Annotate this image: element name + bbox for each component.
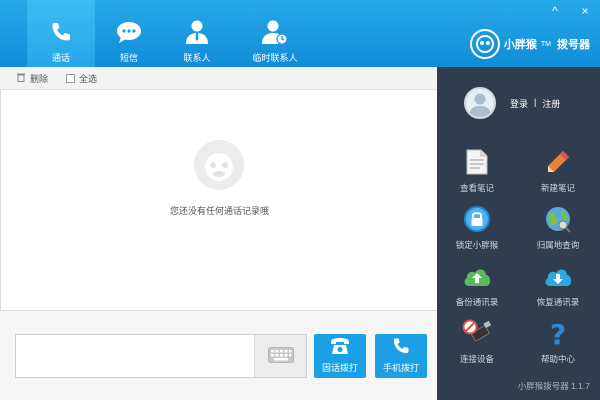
empty-message: 您还没有任何通话记录哦 (169, 206, 269, 216)
contact-icon (182, 18, 212, 46)
monkey-logo-icon (469, 29, 500, 59)
select-all-label: 全选 (79, 73, 98, 84)
number-location-button[interactable]: 归属地查询 (518, 204, 598, 254)
title-bar: 通话 短信 联系人 临时联系人 ^ × 小胖猴 TM 拨号器 (0, 0, 600, 67)
user-area: 登录 | 注册 (464, 87, 560, 119)
new-note-button[interactable]: 新建笔记 (518, 147, 598, 197)
tab-calls[interactable]: 通话 (27, 0, 95, 67)
window-controls: ^ × (548, 4, 592, 18)
tab-calls-label: 通话 (51, 53, 70, 63)
tab-temp-contacts[interactable]: 临时联系人 (231, 0, 319, 67)
brand: 小胖猴 TM 拨号器 (469, 29, 590, 59)
minimize-button[interactable]: ^ (548, 4, 562, 18)
auth-links: 登录 | 注册 (510, 97, 560, 110)
tab-contacts-label: 联系人 (183, 53, 211, 63)
keyboard-icon (267, 347, 294, 365)
empty-monkey-icon (192, 138, 246, 194)
close-button[interactable]: × (578, 4, 592, 18)
trash-icon (16, 72, 26, 84)
lock-icon (462, 204, 492, 234)
number-location-label: 归属地查询 (536, 240, 580, 250)
usb-device-icon (462, 318, 492, 348)
keypad-button[interactable] (254, 335, 306, 377)
upload-cloud-icon (462, 261, 492, 291)
lock-app-button[interactable]: 锁定小胖猴 (437, 204, 517, 254)
download-cloud-icon (543, 261, 573, 291)
landline-call-button[interactable]: 固话拨打 (314, 334, 366, 378)
telephone-icon (329, 336, 351, 358)
temp-contact-icon (260, 18, 290, 46)
help-center-button[interactable]: ? 帮助中心 (518, 318, 598, 368)
restore-contacts-label: 恢复通讯录 (536, 297, 580, 307)
connect-device-label: 连接设备 (459, 354, 494, 364)
landline-call-label: 固话拨打 (321, 363, 358, 373)
view-notes-label: 查看笔记 (459, 183, 494, 193)
main-nav: 通话 短信 联系人 临时联系人 (27, 0, 319, 67)
lock-app-label: 锁定小胖猴 (455, 240, 499, 250)
brand-subtitle: 拨号器 (557, 39, 590, 51)
tab-contacts[interactable]: 联系人 (163, 0, 231, 67)
view-notes-button[interactable]: 查看笔记 (437, 147, 517, 197)
checkbox-icon (66, 73, 76, 83)
phone-number-input[interactable] (16, 335, 254, 377)
auth-separator: | (534, 96, 537, 107)
phone-icon (391, 336, 411, 358)
brand-tm: TM (540, 40, 551, 48)
globe-icon (543, 204, 573, 234)
backup-contacts-label: 备份通讯录 (455, 297, 499, 307)
avatar[interactable] (464, 87, 496, 119)
login-link[interactable]: 登录 (510, 97, 528, 110)
sms-icon (114, 18, 144, 46)
sidebar: 登录 | 注册 查看笔记 新建笔记 锁定小胖猴 归属地查询 备份通讯录 恢复通讯… (437, 67, 600, 400)
register-link[interactable]: 注册 (542, 97, 560, 110)
delete-label: 删除 (30, 73, 49, 84)
backup-contacts-button[interactable]: 备份通讯录 (437, 261, 517, 311)
mobile-call-button[interactable]: 手机拨打 (375, 334, 427, 378)
help-icon: ? (543, 318, 573, 348)
restore-contacts-button[interactable]: 恢复通讯录 (518, 261, 598, 311)
call-log-area: 您还没有任何通话记录哦 (0, 90, 437, 310)
dialer-panel: 固话拨打 手机拨打 (0, 310, 437, 400)
pencil-icon (543, 147, 573, 177)
phone-icon (46, 18, 76, 46)
delete-button[interactable]: 删除 (16, 72, 48, 85)
brand-name: 小胖猴 (503, 39, 537, 51)
tab-sms-label: 短信 (119, 53, 138, 63)
mobile-call-label: 手机拨打 (382, 363, 419, 373)
new-note-label: 新建笔记 (540, 183, 575, 193)
list-toolbar: 删除 全选 (0, 67, 437, 90)
tab-temp-contacts-label: 临时联系人 (252, 53, 298, 63)
number-input-box (15, 334, 307, 378)
svg-text:?: ? (550, 319, 566, 347)
select-all-checkbox[interactable]: 全选 (66, 72, 97, 85)
version-label: 小胖猴拨号器 1.1.7 (517, 381, 590, 391)
notes-icon (462, 147, 492, 177)
connect-device-button[interactable]: 连接设备 (437, 318, 517, 368)
tab-sms[interactable]: 短信 (95, 0, 163, 67)
help-center-label: 帮助中心 (540, 354, 575, 364)
